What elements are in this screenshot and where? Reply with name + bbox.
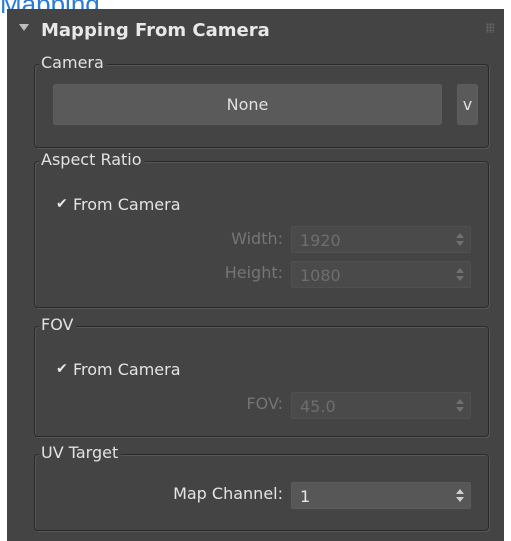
spinner-arrows-icon[interactable] — [456, 489, 464, 503]
map-channel-label: Map Channel: — [173, 484, 283, 503]
width-spinner[interactable]: 1920 — [291, 226, 471, 253]
background-header-fragment: Mapping — [0, 0, 100, 19]
aspect-from-camera-label: From Camera — [73, 195, 181, 214]
triangle-down-icon[interactable] — [19, 24, 29, 31]
height-spinner[interactable]: 1080 — [291, 261, 471, 288]
camera-group-title: Camera — [39, 53, 107, 72]
fov-value: 45.0 — [300, 397, 336, 416]
uv-target-group-title: UV Target — [39, 443, 122, 462]
spinner-arrows-icon[interactable] — [456, 233, 464, 247]
rollout-panel: Mapping From Camera Camera None v Aspect… — [7, 9, 504, 541]
camera-group: Camera None v — [34, 53, 489, 148]
uv-target-group: UV Target Map Channel: 1 — [34, 443, 489, 531]
aspect-ratio-group-title: Aspect Ratio — [39, 150, 145, 169]
rollout-title: Mapping From Camera — [41, 20, 270, 41]
map-channel-spinner[interactable]: 1 — [291, 482, 471, 509]
fov-from-camera-label: From Camera — [73, 360, 181, 379]
camera-select-button[interactable]: None — [53, 84, 442, 125]
camera-dropdown-button[interactable]: v — [457, 84, 478, 125]
fov-label: FOV: — [246, 394, 283, 413]
width-value: 1920 — [300, 231, 341, 250]
fov-spinner[interactable]: 45.0 — [291, 392, 471, 419]
aspect-ratio-group: Aspect Ratio ✔ From Camera Width: 1920 H… — [34, 150, 489, 308]
checkmark-icon: ✔ — [56, 196, 68, 212]
map-channel-value: 1 — [300, 487, 311, 506]
spinner-arrows-icon[interactable] — [456, 399, 464, 413]
rollout-header[interactable]: Mapping From Camera — [7, 9, 504, 54]
spinner-arrows-icon[interactable] — [456, 268, 464, 282]
width-label: Width: — [231, 229, 283, 248]
grip-dots-icon[interactable] — [486, 23, 494, 33]
fov-group: FOV ✔ From Camera FOV: 45.0 — [34, 315, 489, 437]
height-label: Height: — [224, 263, 283, 282]
checkmark-icon: ✔ — [56, 361, 68, 377]
fov-group-title: FOV — [39, 315, 77, 334]
height-value: 1080 — [300, 266, 341, 285]
